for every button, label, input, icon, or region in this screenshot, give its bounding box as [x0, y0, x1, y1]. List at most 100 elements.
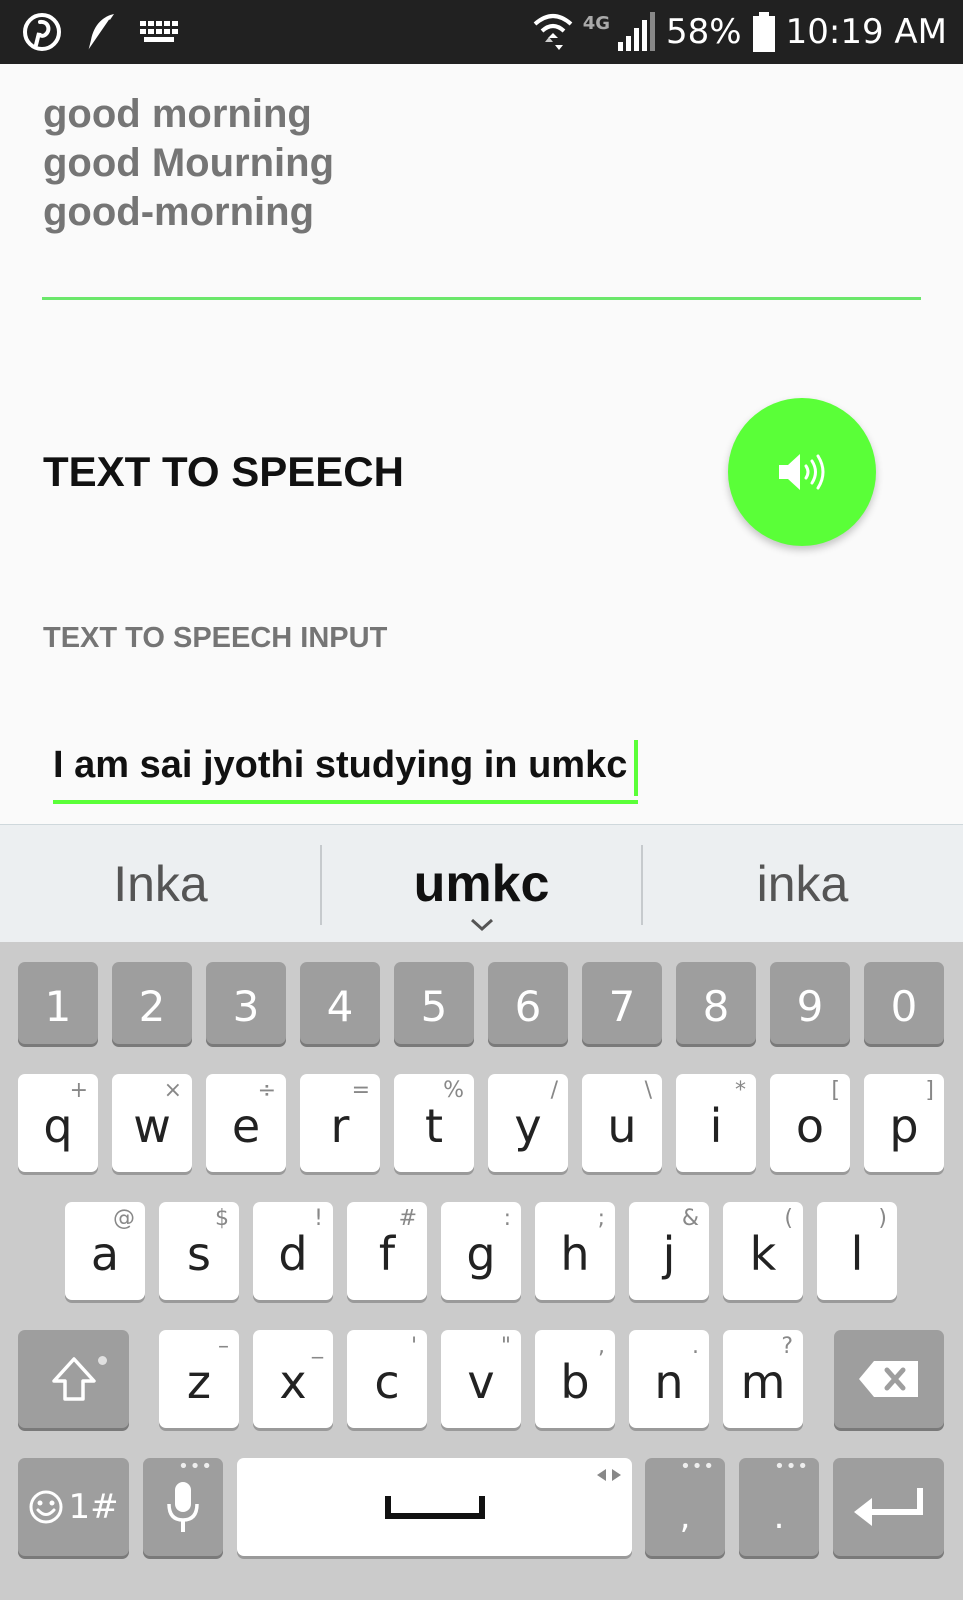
- key-o[interactable]: o[: [770, 1074, 850, 1172]
- chevron-down-icon[interactable]: [470, 918, 494, 932]
- key-hint: $: [215, 1206, 229, 1231]
- notification-icons: [22, 10, 178, 54]
- key-g[interactable]: g:: [441, 1202, 521, 1300]
- speak-button[interactable]: [728, 398, 876, 546]
- key-d[interactable]: d!: [253, 1202, 333, 1300]
- key-hint: ;: [597, 1206, 605, 1231]
- key-x[interactable]: x _: [253, 1330, 333, 1428]
- key-u[interactable]: u \: [582, 1074, 662, 1172]
- key-w[interactable]: w ×: [112, 1074, 192, 1172]
- key-6[interactable]: 6: [488, 962, 568, 1044]
- key-label: f: [378, 1227, 396, 1281]
- key-hint: _: [312, 1334, 323, 1359]
- battery-percent: 58%: [666, 12, 742, 52]
- key-k[interactable]: k(: [723, 1202, 803, 1300]
- key-9[interactable]: 9: [770, 962, 850, 1044]
- key-hint: @: [113, 1206, 135, 1231]
- key-label: j: [662, 1227, 676, 1281]
- key-label: u: [607, 1099, 637, 1153]
- spacebar-icon: [384, 1496, 485, 1519]
- key-v[interactable]: v ": [441, 1330, 521, 1428]
- results-divider: [42, 297, 921, 300]
- suggestion-item[interactable]: inka: [642, 825, 963, 943]
- key-hint: ): [878, 1206, 887, 1231]
- key-label: l: [850, 1227, 864, 1281]
- key-f[interactable]: f #: [347, 1202, 427, 1300]
- key-hint: *: [735, 1078, 746, 1103]
- key-1[interactable]: 1: [18, 962, 98, 1044]
- key-label: v: [467, 1355, 495, 1409]
- key-h[interactable]: h;: [535, 1202, 615, 1300]
- network-type: 4G: [582, 12, 611, 34]
- result-item: good-morning: [43, 190, 315, 234]
- key-l[interactable]: l): [817, 1202, 897, 1300]
- key-0[interactable]: 0: [864, 962, 944, 1044]
- key-label: s: [187, 1227, 211, 1281]
- key-label: h: [560, 1227, 590, 1281]
- backspace-key[interactable]: [834, 1330, 944, 1428]
- key-label: w: [133, 1099, 171, 1153]
- key-hint: ×: [163, 1078, 182, 1103]
- key-4[interactable]: 4: [300, 962, 380, 1044]
- period-key[interactable]: ••• .: [739, 1458, 819, 1556]
- key-s[interactable]: s $: [159, 1202, 239, 1300]
- key-a[interactable]: a @: [65, 1202, 145, 1300]
- key-hint: –: [218, 1334, 229, 1359]
- key-label: 6: [514, 981, 542, 1031]
- feather-icon: [87, 14, 114, 53]
- key-j[interactable]: j &: [629, 1202, 709, 1300]
- key-3[interactable]: 3: [206, 962, 286, 1044]
- key-label: o: [795, 1099, 825, 1153]
- suggestion-item[interactable]: Inka: [0, 825, 321, 943]
- key-i[interactable]: i *: [676, 1074, 756, 1172]
- symbols-key[interactable]: 1#: [18, 1458, 129, 1556]
- voice-input-key[interactable]: •••: [143, 1458, 223, 1556]
- key-p[interactable]: p]: [864, 1074, 944, 1172]
- key-hint: ": [500, 1334, 511, 1359]
- key-label: y: [514, 1099, 542, 1153]
- comma-key[interactable]: ••• ,: [645, 1458, 725, 1556]
- key-z[interactable]: z –: [159, 1330, 239, 1428]
- key-label: n: [654, 1355, 684, 1409]
- result-item: good morning: [43, 92, 312, 136]
- key-b[interactable]: b,: [535, 1330, 615, 1428]
- shift-key[interactable]: [18, 1330, 129, 1428]
- shift-icon: [51, 1357, 96, 1401]
- keyboard: 1 2 3 4 5 6 7 8 9 0 q + w × e ÷ r = t% y / u \…: [0, 942, 963, 1600]
- enter-key[interactable]: [833, 1458, 944, 1556]
- key-y[interactable]: y /: [488, 1074, 568, 1172]
- speaker-icon: [779, 454, 825, 490]
- symbols-label: 1#: [68, 1487, 119, 1527]
- key-m[interactable]: m?: [723, 1330, 803, 1428]
- battery-icon: [752, 12, 775, 52]
- microphone-icon: [167, 1482, 199, 1532]
- status-bar: 4G 58% 10:19 AM: [0, 0, 963, 64]
- key-t[interactable]: t%: [394, 1074, 474, 1172]
- more-dots: •••: [774, 1456, 809, 1477]
- key-label: t: [424, 1099, 444, 1153]
- key-e[interactable]: e ÷: [206, 1074, 286, 1172]
- clock: 10:19 AM: [785, 12, 947, 52]
- enter-icon: [853, 1488, 923, 1526]
- key-5[interactable]: 5: [394, 962, 474, 1044]
- key-c[interactable]: c ': [347, 1330, 427, 1428]
- key-n[interactable]: n.: [629, 1330, 709, 1428]
- key-8[interactable]: 8: [676, 962, 756, 1044]
- shift-indicator: [98, 1356, 107, 1365]
- space-key[interactable]: [237, 1458, 632, 1556]
- text-cursor: [634, 740, 638, 796]
- key-hint: &: [681, 1206, 699, 1231]
- key-label: d: [278, 1227, 308, 1281]
- key-label: g: [466, 1227, 496, 1281]
- key-label: 4: [326, 981, 354, 1031]
- key-label: a: [90, 1227, 120, 1281]
- key-7[interactable]: 7: [582, 962, 662, 1044]
- emoji-icon: [29, 1490, 63, 1524]
- key-2[interactable]: 2: [112, 962, 192, 1044]
- key-label: 8: [702, 981, 730, 1031]
- key-label: p: [889, 1099, 919, 1153]
- key-q[interactable]: q +: [18, 1074, 98, 1172]
- key-r[interactable]: r =: [300, 1074, 380, 1172]
- tts-text-input[interactable]: [53, 740, 638, 804]
- key-hint: ]: [925, 1078, 934, 1103]
